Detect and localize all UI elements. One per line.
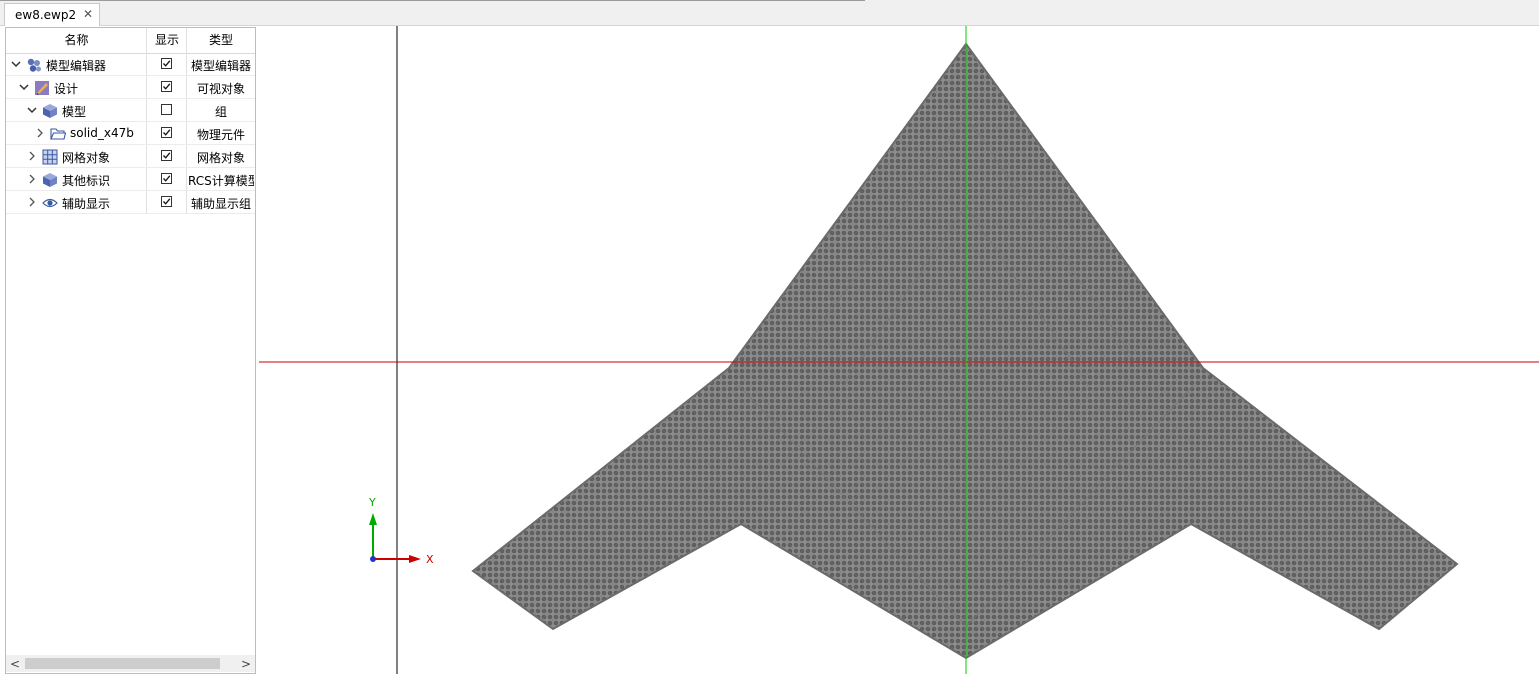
triad-x-arrowhead bbox=[409, 555, 421, 563]
aircraft-mesh bbox=[471, 42, 1459, 660]
triad-x-label: X bbox=[426, 553, 434, 566]
3d-viewport[interactable]: X Y bbox=[259, 26, 1539, 674]
visibility-checkbox[interactable] bbox=[161, 81, 172, 92]
tree-row-type: 物理元件 bbox=[196, 128, 245, 142]
tree-row-type: 模型编辑器 bbox=[190, 59, 251, 73]
tree-row-label: 设计 bbox=[54, 82, 79, 96]
tree-row-other-markers[interactable]: 其他标识 RCS计算模型 bbox=[6, 168, 255, 191]
document-tab[interactable]: ew8.ewp2 ✕ bbox=[4, 3, 100, 26]
visibility-checkbox[interactable] bbox=[161, 127, 172, 138]
visibility-checkbox[interactable] bbox=[161, 58, 172, 69]
grid-icon bbox=[42, 149, 58, 165]
scroll-left-icon[interactable]: < bbox=[10, 657, 20, 671]
tree-row-label: 模型 bbox=[62, 105, 87, 119]
tree-row-type: RCS计算模型 bbox=[188, 174, 254, 188]
tree-row-label: 辅助显示 bbox=[62, 197, 111, 211]
model-tree-panel: 名称 显示 类型 模型编辑器 模型编辑器 设计 可视对象 模型 组 solid_… bbox=[5, 27, 256, 674]
cube-icon bbox=[43, 173, 57, 187]
triad-y-label: Y bbox=[368, 496, 376, 509]
molecule-icon bbox=[27, 58, 41, 72]
tree-header: 名称 显示 类型 bbox=[6, 28, 255, 54]
chevron-down-icon[interactable] bbox=[27, 104, 37, 116]
axis-triad: X Y bbox=[368, 496, 434, 566]
chevron-right-icon[interactable] bbox=[27, 150, 37, 162]
tree-row-design[interactable]: 设计 可视对象 bbox=[6, 76, 255, 99]
tree-row-type: 可视对象 bbox=[196, 82, 245, 96]
tree-row-label: 模型编辑器 bbox=[46, 59, 107, 73]
tree-row-model[interactable]: 模型 组 bbox=[6, 99, 255, 122]
tree-row-label: 其他标识 bbox=[62, 174, 111, 188]
scrollbar-thumb[interactable] bbox=[25, 658, 220, 669]
tab-bar-top-border bbox=[0, 0, 865, 1]
column-header-type[interactable]: 类型 bbox=[187, 28, 255, 53]
tree-row-label: solid_x47b bbox=[70, 126, 134, 140]
tree-row-solid[interactable]: solid_x47b 物理元件 bbox=[6, 122, 255, 145]
triad-y-arrowhead bbox=[369, 513, 377, 525]
chevron-right-icon[interactable] bbox=[27, 196, 37, 208]
chevron-right-icon[interactable] bbox=[35, 127, 45, 139]
tree-row-type: 辅助显示组 bbox=[190, 197, 251, 211]
eye-icon bbox=[42, 198, 58, 208]
tree-row-mesh[interactable]: 网格对象 网格对象 bbox=[6, 145, 255, 168]
close-tab-icon[interactable]: ✕ bbox=[83, 7, 93, 21]
visibility-checkbox[interactable] bbox=[161, 104, 172, 115]
chevron-right-icon[interactable] bbox=[27, 173, 37, 185]
column-header-show[interactable]: 显示 bbox=[147, 28, 187, 53]
visibility-checkbox[interactable] bbox=[161, 173, 172, 184]
tree-row-model-editor[interactable]: 模型编辑器 模型编辑器 bbox=[6, 53, 255, 76]
chevron-down-icon[interactable] bbox=[11, 58, 21, 70]
tree-row-type: 网格对象 bbox=[196, 151, 245, 165]
viewport-canvas[interactable]: X Y bbox=[259, 26, 1539, 674]
document-tab-title: ew8.ewp2 bbox=[15, 8, 77, 22]
tree-horizontal-scrollbar[interactable]: < > bbox=[6, 655, 255, 672]
tree-row-aux-display[interactable]: 辅助显示 辅助显示组 bbox=[6, 191, 255, 214]
cube-icon bbox=[43, 104, 57, 118]
column-header-name[interactable]: 名称 bbox=[6, 28, 147, 53]
folder-icon bbox=[50, 128, 66, 140]
tree-row-type: 组 bbox=[214, 105, 227, 119]
scroll-right-icon[interactable]: > bbox=[241, 657, 251, 671]
visibility-checkbox[interactable] bbox=[161, 150, 172, 161]
tree-row-label: 网格对象 bbox=[62, 151, 111, 165]
visibility-checkbox[interactable] bbox=[161, 196, 172, 207]
pencil-icon bbox=[35, 81, 49, 95]
chevron-down-icon[interactable] bbox=[19, 81, 29, 93]
triad-origin bbox=[370, 556, 376, 562]
document-tab-bar: ew8.ewp2 ✕ bbox=[0, 0, 1539, 26]
